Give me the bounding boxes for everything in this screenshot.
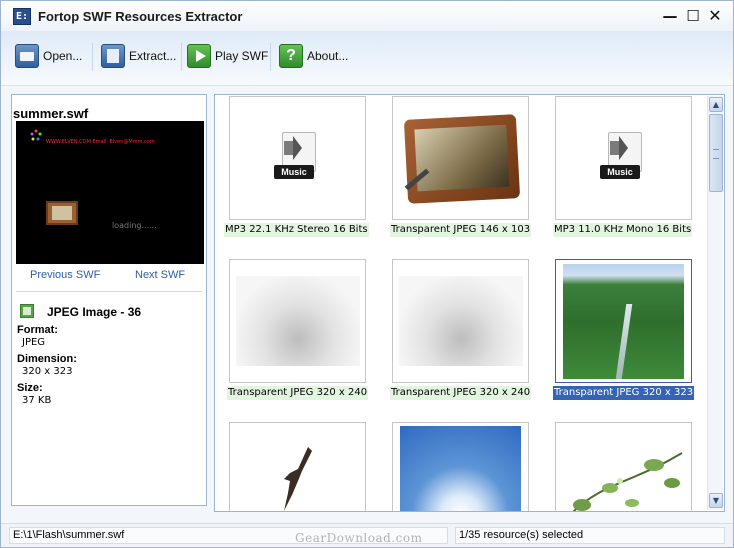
picture-frame-image <box>403 114 521 204</box>
title-bar[interactable]: E: Fortop SWF Resources Extractor — ☐ ✕ <box>1 1 733 31</box>
play-icon <box>187 44 211 68</box>
close-icon[interactable]: ✕ <box>706 7 724 25</box>
preview-loading-text: loading...... <box>112 221 157 230</box>
resource-caption[interactable]: Transparent JPEG 320 x 240 <box>390 386 532 400</box>
resource-caption[interactable]: MP3 22.1 KHz Stereo 16 Bits <box>224 223 369 237</box>
about-button[interactable]: ? About... <box>279 43 348 69</box>
format-value: JPEG <box>22 337 46 348</box>
about-button-label: About... <box>307 49 349 63</box>
music-file-icon: Music <box>274 132 322 186</box>
swf-preview[interactable]: WWW.ELVEN.COM Email: Elven@Mmm.com loadi… <box>16 121 204 264</box>
resource-caption[interactable]: Transparent JPEG 146 x 103 <box>390 223 532 237</box>
next-swf-link[interactable]: Next SWF <box>135 269 185 281</box>
size-label: Size: <box>17 382 43 394</box>
resource-caption[interactable]: MP3 11.0 KHz Mono 16 Bits <box>553 223 693 237</box>
toolbar-separator <box>270 43 271 71</box>
preview-picture-frame <box>46 201 78 225</box>
logo-star-icon <box>30 129 42 141</box>
panel-divider <box>16 291 202 292</box>
open-button-label: Open... <box>43 49 83 63</box>
image-resource-icon <box>20 304 34 318</box>
clouds-image <box>399 276 523 366</box>
resource-grid: Music MP3 22.1 KHz Stereo 16 Bits Transp… <box>214 94 725 512</box>
preview-header-text: WWW.ELVEN.COM Email: Elven@Mmm.com <box>46 139 155 145</box>
bird-image <box>284 447 312 511</box>
minimize-icon[interactable]: — <box>661 7 679 25</box>
open-button[interactable]: Open... <box>15 43 82 69</box>
resource-thumbnail[interactable] <box>392 96 529 220</box>
swf-info-panel: summer.swf WWW.ELVEN.COM Email: Elven@Mm… <box>11 94 207 506</box>
size-value: 37 KB <box>22 395 52 406</box>
blue-sky-image <box>400 426 521 511</box>
resource-thumbnail[interactable]: Music <box>229 96 366 220</box>
swf-file-name: summer.swf <box>13 106 89 121</box>
extract-button-label: Extract... <box>129 49 177 63</box>
music-file-icon: Music <box>600 132 648 186</box>
open-folder-icon <box>15 44 39 68</box>
resource-thumbnail[interactable] <box>229 422 366 511</box>
dimension-label: Dimension: <box>17 353 77 365</box>
watermark-text: GearDownload.com <box>295 531 423 545</box>
clouds-image <box>236 276 360 366</box>
status-selection-count: 1/35 resource(s) selected <box>455 527 725 544</box>
format-label: Format: <box>17 324 58 336</box>
resource-thumbnail[interactable] <box>392 422 529 511</box>
resource-thumbnail[interactable] <box>555 422 692 511</box>
app-window: E: Fortop SWF Resources Extractor — ☐ ✕ … <box>0 0 734 548</box>
scroll-up-icon[interactable]: ▲ <box>709 97 723 112</box>
resource-thumbnail[interactable] <box>229 259 366 383</box>
help-question-icon: ? <box>279 44 303 68</box>
toolbar-separator <box>181 43 182 71</box>
scroll-thumb[interactable] <box>709 114 723 192</box>
resource-caption[interactable]: Transparent JPEG 320 x 240 <box>227 386 369 400</box>
grid-scrollbar[interactable]: ▲ ▼ <box>707 96 723 510</box>
extract-button[interactable]: Extract... <box>101 43 176 69</box>
extract-icon <box>101 44 125 68</box>
resource-thumbnail-selected[interactable] <box>555 259 692 383</box>
dimension-value: 320 x 323 <box>22 366 73 377</box>
play-swf-button-label: Play SWF <box>215 49 269 63</box>
scroll-down-icon[interactable]: ▼ <box>709 493 723 508</box>
resource-caption-selected[interactable]: Transparent JPEG 320 x 323 <box>553 386 695 400</box>
toolbar-separator <box>92 43 93 71</box>
app-icon: E: <box>13 8 31 25</box>
window-title: Fortop SWF Resources Extractor <box>38 9 243 24</box>
resource-thumbnail[interactable]: Music <box>555 96 692 220</box>
forest-waterfall-image <box>563 264 684 379</box>
resource-thumbnail[interactable] <box>392 259 529 383</box>
toolbar: Open... Extract... Play SWF ? About... <box>1 31 733 86</box>
resource-title: JPEG Image - 36 <box>47 305 142 319</box>
play-swf-button[interactable]: Play SWF <box>187 43 268 69</box>
vine-leaves-image <box>572 452 683 511</box>
maximize-icon[interactable]: ☐ <box>684 7 702 25</box>
previous-swf-link[interactable]: Previous SWF <box>30 269 100 281</box>
